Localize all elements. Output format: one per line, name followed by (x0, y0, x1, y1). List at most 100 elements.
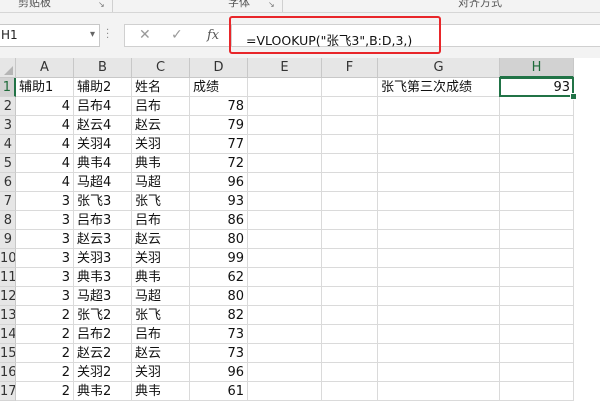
cell-e4[interactable] (248, 135, 322, 154)
cell-c5[interactable]: 典韦 (132, 154, 190, 173)
cell-d16[interactable]: 96 (190, 363, 248, 382)
cell-g3[interactable] (378, 116, 500, 135)
drag-handle-icon[interactable]: · · · (106, 26, 109, 44)
cell-g1[interactable]: 张飞第三次成绩 (378, 78, 500, 97)
cell-e6[interactable] (248, 173, 322, 192)
cell-b5[interactable]: 典韦4 (74, 154, 132, 173)
cell-h6[interactable] (500, 173, 574, 192)
cell-f16[interactable] (322, 363, 378, 382)
cell-f7[interactable] (322, 192, 378, 211)
cell-g5[interactable] (378, 154, 500, 173)
font-launcher-icon[interactable]: ↘ (268, 1, 276, 9)
enter-icon[interactable]: ✓ (171, 27, 183, 43)
cell-h12[interactable] (500, 287, 574, 306)
cell-f8[interactable] (322, 211, 378, 230)
cell-e3[interactable] (248, 116, 322, 135)
cell-c6[interactable]: 马超 (132, 173, 190, 192)
cell-e15[interactable] (248, 344, 322, 363)
cell-e16[interactable] (248, 363, 322, 382)
row-header[interactable]: 16 (0, 363, 16, 382)
cell-d15[interactable]: 73 (190, 344, 248, 363)
cell-g12[interactable] (378, 287, 500, 306)
cell-b15[interactable]: 赵云2 (74, 344, 132, 363)
cell-b14[interactable]: 吕布2 (74, 325, 132, 344)
cell-b13[interactable]: 张飞2 (74, 306, 132, 325)
cell-d1[interactable]: 成绩 (190, 78, 248, 97)
cell-a11[interactable]: 3 (16, 268, 74, 287)
cell-c7[interactable]: 张飞 (132, 192, 190, 211)
cell-f6[interactable] (322, 173, 378, 192)
row-header[interactable]: 3 (0, 116, 16, 135)
cell-e12[interactable] (248, 287, 322, 306)
cell-e10[interactable] (248, 249, 322, 268)
cell-b7[interactable]: 张飞3 (74, 192, 132, 211)
row-header[interactable]: 17 (0, 382, 16, 401)
column-header-d[interactable]: D (190, 58, 248, 78)
row-header[interactable]: 10 (0, 249, 16, 268)
row-header[interactable]: 8 (0, 211, 16, 230)
cell-h3[interactable] (500, 116, 574, 135)
cell-h5[interactable] (500, 154, 574, 173)
row-header[interactable]: 4 (0, 135, 16, 154)
row-header[interactable]: 11 (0, 268, 16, 287)
cell-g15[interactable] (378, 344, 500, 363)
cell-f17[interactable] (322, 382, 378, 401)
cell-h11[interactable] (500, 268, 574, 287)
cancel-icon[interactable]: ✕ (139, 27, 151, 43)
cell-c13[interactable]: 张飞 (132, 306, 190, 325)
cell-d6[interactable]: 96 (190, 173, 248, 192)
cell-e11[interactable] (248, 268, 322, 287)
cell-g6[interactable] (378, 173, 500, 192)
cell-c3[interactable]: 赵云 (132, 116, 190, 135)
cell-g4[interactable] (378, 135, 500, 154)
cell-d11[interactable]: 62 (190, 268, 248, 287)
column-header-b[interactable]: B (74, 58, 132, 78)
cell-d17[interactable]: 61 (190, 382, 248, 401)
cell-f14[interactable] (322, 325, 378, 344)
cell-b2[interactable]: 吕布4 (74, 97, 132, 116)
column-header-a[interactable]: A (16, 58, 74, 78)
cell-c12[interactable]: 马超 (132, 287, 190, 306)
cell-a9[interactable]: 3 (16, 230, 74, 249)
row-header[interactable]: 2 (0, 97, 16, 116)
cell-a5[interactable]: 4 (16, 154, 74, 173)
cell-e8[interactable] (248, 211, 322, 230)
cell-b1[interactable]: 辅助2 (74, 78, 132, 97)
row-header[interactable]: 14 (0, 325, 16, 344)
cell-g8[interactable] (378, 211, 500, 230)
row-header[interactable]: 9 (0, 230, 16, 249)
name-box[interactable]: H1 ▾ (0, 24, 100, 47)
row-header[interactable]: 13 (0, 306, 16, 325)
cell-c1[interactable]: 姓名 (132, 78, 190, 97)
cell-c15[interactable]: 赵云 (132, 344, 190, 363)
cell-e5[interactable] (248, 154, 322, 173)
cell-e14[interactable] (248, 325, 322, 344)
cell-h2[interactable] (500, 97, 574, 116)
cell-a6[interactable]: 4 (16, 173, 74, 192)
cell-f2[interactable] (322, 97, 378, 116)
cell-a4[interactable]: 4 (16, 135, 74, 154)
cell-b8[interactable]: 吕布3 (74, 211, 132, 230)
cell-h15[interactable] (500, 344, 574, 363)
row-header[interactable]: 7 (0, 192, 16, 211)
cell-d5[interactable]: 72 (190, 154, 248, 173)
column-header-f[interactable]: F (322, 58, 378, 78)
cell-g11[interactable] (378, 268, 500, 287)
column-header-e[interactable]: E (248, 58, 322, 78)
cell-f12[interactable] (322, 287, 378, 306)
cell-b17[interactable]: 典韦2 (74, 382, 132, 401)
cell-g9[interactable] (378, 230, 500, 249)
cell-c9[interactable]: 赵云 (132, 230, 190, 249)
cell-e7[interactable] (248, 192, 322, 211)
row-header[interactable]: 1 (0, 78, 16, 97)
cell-h14[interactable] (500, 325, 574, 344)
cell-a10[interactable]: 3 (16, 249, 74, 268)
cell-f13[interactable] (322, 306, 378, 325)
cell-b4[interactable]: 关羽4 (74, 135, 132, 154)
cell-d10[interactable]: 99 (190, 249, 248, 268)
cell-c14[interactable]: 吕布 (132, 325, 190, 344)
cell-h9[interactable] (500, 230, 574, 249)
column-header-c[interactable]: C (132, 58, 190, 78)
cell-e1[interactable] (248, 78, 322, 97)
cell-d3[interactable]: 79 (190, 116, 248, 135)
